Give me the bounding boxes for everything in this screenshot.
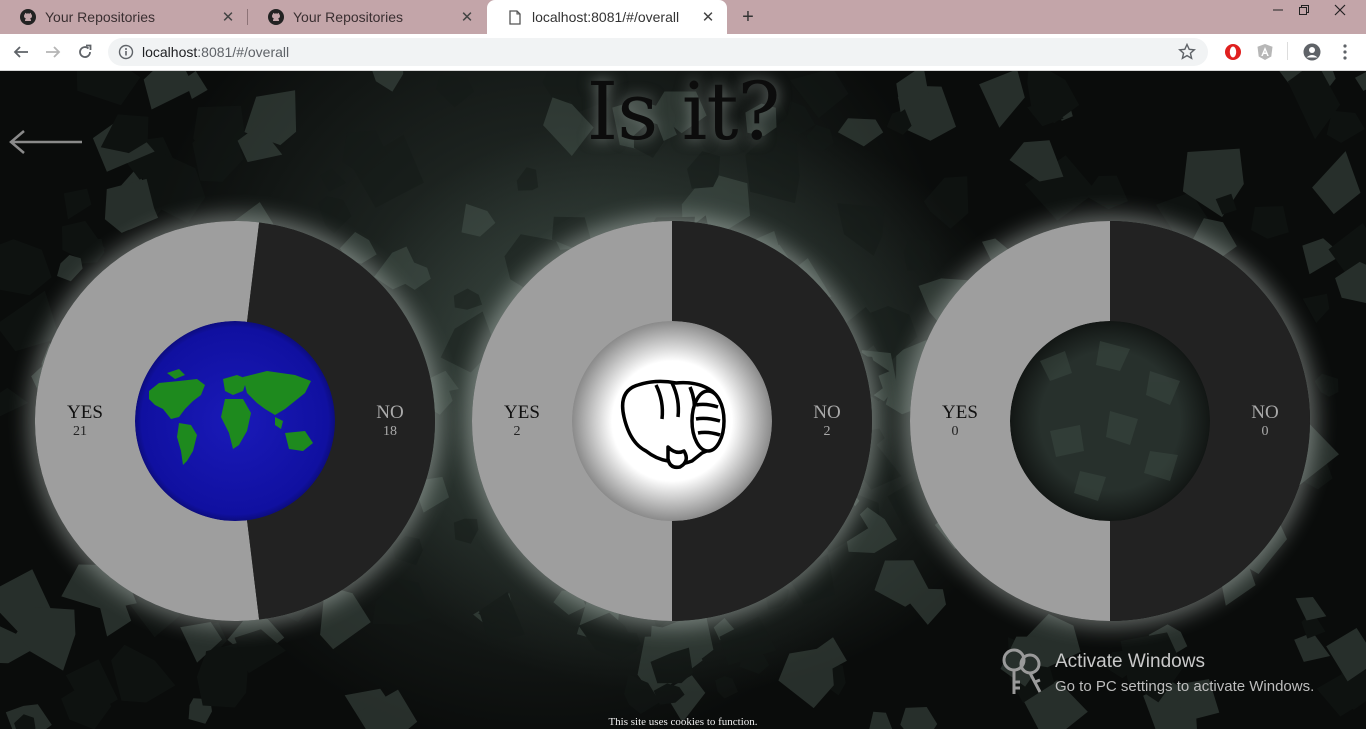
toolbar-divider	[1287, 42, 1288, 60]
no-text: NO	[376, 402, 404, 423]
window-close-button[interactable]	[1320, 0, 1360, 20]
vote-donut-other: YES 0 NO 0	[910, 221, 1310, 621]
texture-image	[1010, 321, 1210, 521]
no-count: 2	[823, 424, 831, 439]
yes-count: 0	[951, 424, 959, 439]
opera-extension-icon[interactable]	[1223, 42, 1243, 62]
url-text: localhost:8081/#/overall	[142, 44, 289, 60]
url-host: localhost	[142, 44, 198, 60]
cookie-notice: This site uses cookies to function.	[608, 716, 758, 728]
angular-extension-icon[interactable]	[1255, 42, 1275, 62]
tab-title: localhost:8081/#/overall	[532, 9, 680, 25]
page-icon	[507, 9, 523, 25]
new-tab-button[interactable]: +	[737, 6, 759, 28]
yes-text: YES	[504, 402, 540, 423]
no-text: NO	[1251, 402, 1279, 423]
activate-title: Activate Windows	[1055, 651, 1205, 672]
yes-label: YES 0	[932, 403, 988, 441]
restore-button[interactable]	[1290, 0, 1318, 20]
url-path: :8081/#/overall	[197, 44, 290, 60]
yes-label: YES 2	[494, 403, 550, 441]
yes-text: YES	[67, 402, 103, 423]
no-text: NO	[813, 402, 841, 423]
tab-3-active[interactable]: localhost:8081/#/overall ✕	[487, 0, 727, 34]
vote-donut-global: YES 21 NO 18	[35, 221, 435, 621]
yes-count: 21	[73, 424, 87, 439]
no-label: NO 2	[797, 403, 857, 441]
page-content: Is it? YES 21 NO 18 YES 2 NO 2 YES 0 NO …	[0, 71, 1366, 729]
tab-1[interactable]: Your Repositories ✕	[0, 0, 247, 34]
yes-text: YES	[942, 402, 978, 423]
yes-count: 2	[513, 424, 521, 439]
tab-strip: Your Repositories ✕ Your Repositories ✕ …	[0, 0, 1366, 34]
no-label: NO 18	[360, 403, 420, 441]
profile-icon[interactable]	[1302, 42, 1322, 62]
tab-title: Your Repositories	[293, 9, 403, 25]
back-button[interactable]	[9, 40, 33, 64]
bookmark-star-icon[interactable]	[1178, 43, 1196, 61]
info-icon[interactable]	[118, 44, 134, 60]
vote-donut-you: YES 2 NO 2	[472, 221, 872, 621]
activate-subtitle: Go to PC settings to activate Windows.	[1055, 678, 1315, 695]
no-count: 18	[383, 424, 397, 439]
reload-button[interactable]	[73, 40, 97, 64]
close-icon[interactable]: ✕	[219, 8, 237, 26]
pointing-hand-image	[572, 321, 772, 521]
activate-windows-watermark: Activate Windows Go to PC settings to ac…	[1000, 646, 1340, 706]
browser-toolbar: localhost:8081/#/overall	[0, 34, 1366, 71]
github-icon	[268, 9, 284, 25]
github-icon	[20, 9, 36, 25]
tab-title: Your Repositories	[45, 9, 155, 25]
no-count: 0	[1261, 424, 1269, 439]
no-label: NO 0	[1235, 403, 1295, 441]
close-icon[interactable]: ✕	[458, 8, 476, 26]
world-map-image	[135, 321, 335, 521]
page-title: Is it?	[586, 71, 781, 158]
menu-dots-icon[interactable]	[1335, 42, 1355, 62]
left-arrow-icon[interactable]	[6, 127, 86, 157]
close-icon[interactable]: ✕	[699, 8, 717, 26]
minimize-button[interactable]	[1264, 0, 1292, 20]
forward-button[interactable]	[41, 40, 65, 64]
yes-label: YES 21	[57, 403, 113, 441]
address-bar[interactable]: localhost:8081/#/overall	[108, 38, 1208, 66]
keys-icon	[1002, 648, 1042, 694]
tab-2[interactable]: Your Repositories ✕	[248, 0, 486, 34]
